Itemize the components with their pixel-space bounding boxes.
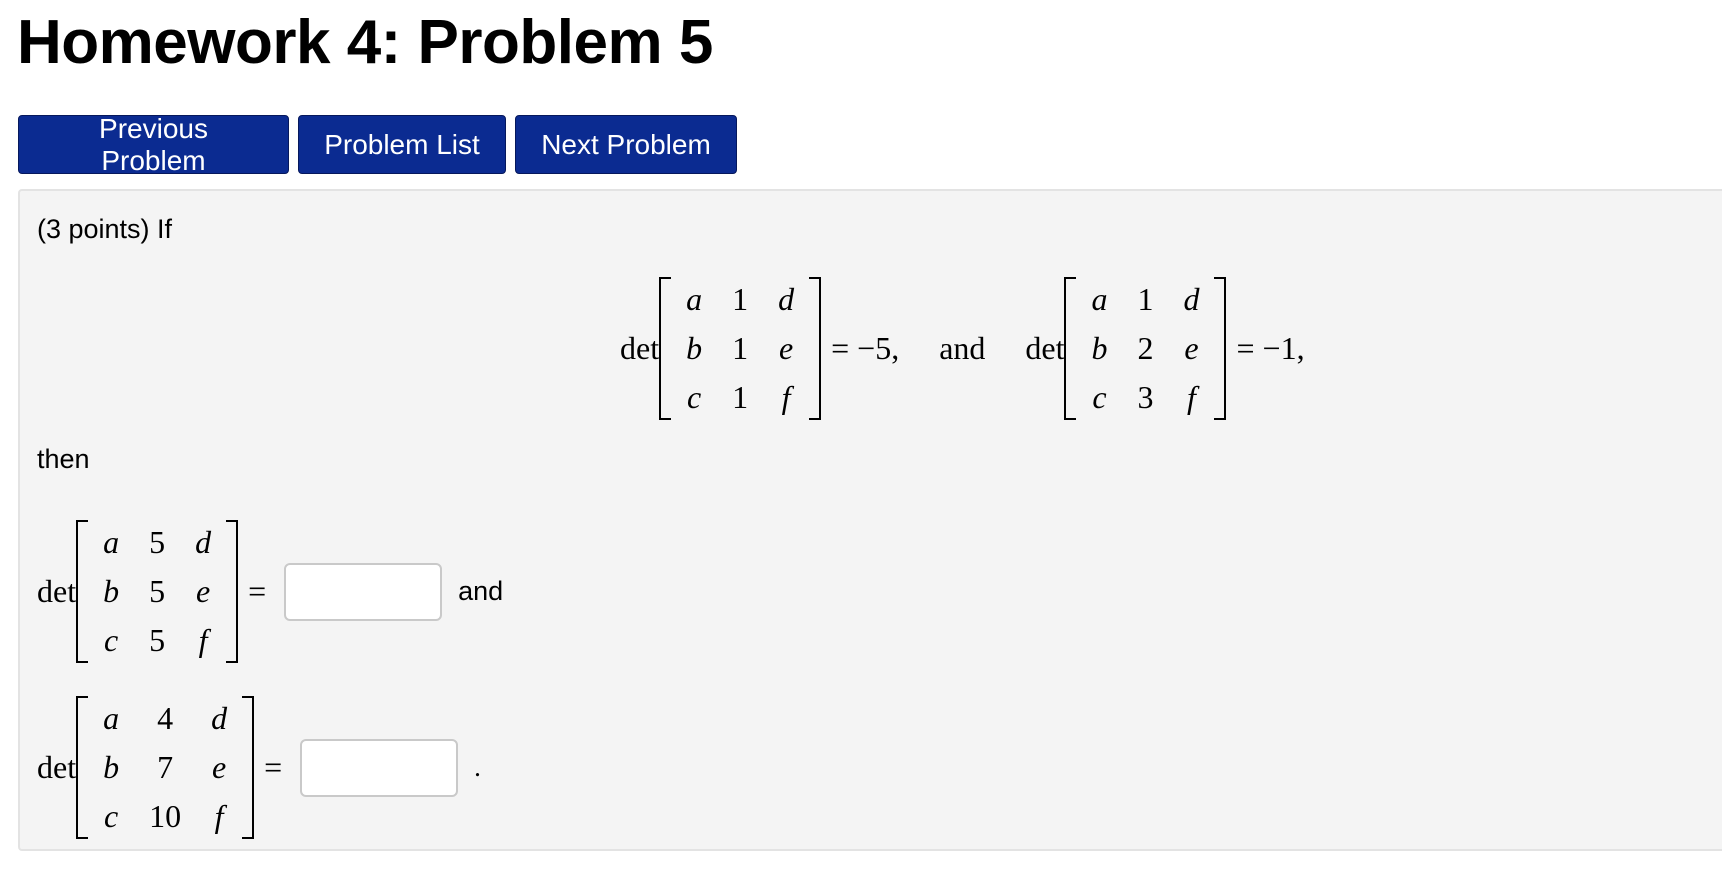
question-equation-2: det a b c 4 7 10 d e f = . (37, 694, 481, 841)
question-equation-1: det a b c 5 5 5 d e f = and (37, 518, 503, 665)
problem-navigation: Previous Problem Problem List Next Probl… (18, 113, 737, 176)
matrix-entry: e (195, 573, 211, 609)
matrix: a b c 1 2 3 d e f (1064, 275, 1227, 422)
matrix-entry: c (1092, 379, 1107, 415)
answer-input-1[interactable] (284, 562, 443, 621)
matrix-entry: c (103, 622, 119, 658)
matrix-entry: 1 (732, 330, 749, 366)
matrix-entry: e (778, 330, 794, 366)
matrix-entry: a (103, 524, 120, 560)
and-connector: and (939, 330, 986, 366)
and-label: and (458, 576, 504, 606)
matrix-entry: b (103, 749, 120, 785)
answer-input-2[interactable] (300, 738, 459, 797)
matrix-entry: 1 (1137, 281, 1154, 317)
matrix-entry: f (781, 379, 791, 415)
det-label: det (37, 749, 77, 785)
det-label: det (37, 573, 77, 609)
matrix: a b c 5 5 5 d e f (76, 518, 239, 665)
matrix-entry: d (195, 524, 212, 560)
matrix-entry: d (1183, 281, 1200, 317)
matrix-entry: e (211, 749, 227, 785)
matrix-entry: c (103, 798, 119, 834)
matrix-entry: b (686, 330, 703, 366)
given-equation-1: det a b c 1 1 1 d e f = −5, and det a b … (620, 275, 1315, 422)
matrix-entry: 2 (1137, 330, 1154, 366)
problem-intro: (3 points) If (37, 214, 173, 244)
matrix-entry: e (1184, 330, 1199, 366)
equals-sign: = (248, 573, 267, 609)
matrix-entry: 3 (1137, 379, 1154, 415)
matrix-entry: 7 (157, 749, 174, 785)
matrix-entry: d (211, 700, 228, 736)
matrix-entry: b (103, 573, 120, 609)
matrix-entry: a (686, 281, 703, 317)
equation-result: = −5, (831, 330, 900, 366)
matrix-entry: 10 (149, 798, 182, 834)
matrix: a b c 4 7 10 d e f (76, 694, 255, 841)
period: . (474, 752, 481, 782)
equation-result: = −1, (1236, 330, 1305, 366)
det-label: det (620, 330, 660, 366)
matrix-entry: 5 (149, 622, 166, 658)
matrix-entry: c (686, 379, 702, 415)
matrix-entry: 1 (732, 281, 749, 317)
matrix-entry: f (1187, 379, 1196, 415)
next-problem-button[interactable]: Next Problem (515, 115, 737, 174)
matrix-entry: 1 (732, 379, 749, 415)
matrix-entry: 5 (149, 573, 166, 609)
matrix: a b c 1 1 1 d e f (659, 275, 822, 422)
matrix-entry: f (198, 622, 208, 658)
matrix-entry: f (214, 798, 224, 834)
problem-list-button[interactable]: Problem List (298, 115, 506, 174)
page-title: Homework 4: Problem 5 (17, 8, 713, 77)
matrix-entry: 5 (149, 524, 166, 560)
matrix-entry: a (103, 700, 120, 736)
equals-sign: = (264, 749, 283, 785)
matrix-entry: d (778, 281, 795, 317)
matrix-entry: a (1091, 281, 1108, 317)
problem-body: (3 points) If det a b c 1 1 1 d e f = −5… (18, 189, 1722, 851)
matrix-entry: b (1091, 330, 1108, 366)
matrix-entry: 4 (157, 700, 174, 736)
then-label: then (37, 444, 90, 474)
previous-problem-button[interactable]: Previous Problem (18, 113, 289, 176)
det-label: det (1025, 330, 1065, 366)
